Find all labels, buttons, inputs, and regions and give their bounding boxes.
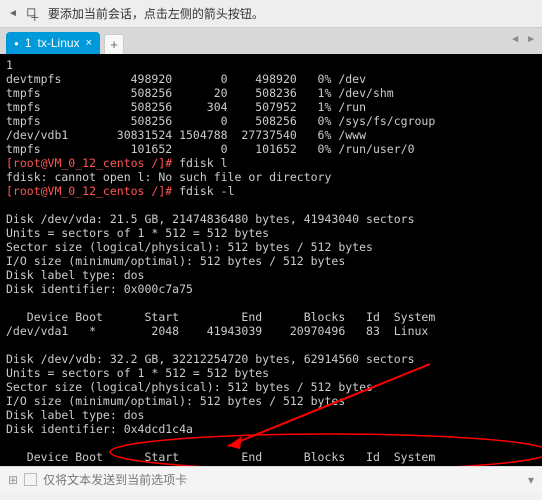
tab-bar: ● 1 tx-Linux × + ◄ ►: [0, 28, 542, 54]
expand-icon[interactable]: ⊞: [8, 473, 18, 487]
tab-nav: ◄ ►: [510, 34, 536, 45]
disk-a-ident: Disk identifier: 0x000c7a75: [6, 282, 193, 296]
disk-a-units: Units = sectors of 1 * 512 = 512 bytes: [6, 226, 269, 240]
cmd-fdisk-l-bad: fdisk l: [179, 156, 227, 170]
disk-b-sector: Sector size (logical/physical): 512 byte…: [6, 380, 373, 394]
cmd-fdisk-l: fdisk -l: [179, 184, 234, 198]
error-line: fdisk: cannot open l: No such file or di…: [6, 170, 331, 184]
partition-header: Device Boot Start End Blocks Id System: [6, 450, 435, 464]
fs-row: devtmpfs 498920 0 498920 0% /dev: [6, 72, 366, 86]
close-icon[interactable]: ×: [86, 37, 92, 49]
status-dot-icon: ●: [14, 39, 19, 48]
fs-row: tmpfs 101652 0 101652 0% /run/user/0: [6, 142, 415, 156]
disk-a-io: I/O size (minimum/optimal): 512 bytes / …: [6, 254, 345, 268]
arrow-left-icon: ◄: [8, 8, 18, 19]
tab-next-icon[interactable]: ►: [526, 34, 536, 45]
disk-b-head: Disk /dev/vdb: 32.2 GB, 32212254720 byte…: [6, 352, 415, 366]
partition-header: Device Boot Start End Blocks Id System: [6, 310, 435, 324]
disk-b-ident: Disk identifier: 0x4dcd1c4a: [6, 422, 193, 436]
prompt: [root@VM_0_12_centos /]#: [6, 156, 179, 170]
disk-b-units: Units = sectors of 1 * 512 = 512 bytes: [6, 366, 269, 380]
disk-a-head: Disk /dev/vda: 21.5 GB, 21474836480 byte…: [6, 212, 415, 226]
fs-row: /dev/vdb1 30831524 1504788 27737540 6% /…: [6, 128, 366, 142]
tab-label: tx-Linux: [38, 36, 80, 50]
tab-tx-linux[interactable]: ● 1 tx-Linux ×: [6, 32, 100, 54]
partition-row: /dev/vdb1 2048 62914559 31456256 83 Linu…: [6, 464, 428, 466]
fs-row: tmpfs 508256 0 508256 0% /sys/fs/cgroup: [6, 114, 435, 128]
session-toolbar: ◄ 要添加当前会话，点击左侧的箭头按钮。: [0, 0, 542, 28]
fs-header: 1: [6, 58, 13, 72]
disk-a-sector: Sector size (logical/physical): 512 byte…: [6, 240, 373, 254]
tab-index: 1: [25, 36, 32, 50]
disk-b-io: I/O size (minimum/optimal): 512 bytes / …: [6, 394, 345, 408]
footer-label: 仅将文本发送到当前选项卡: [43, 471, 187, 488]
footer-bar: ⊞ 仅将文本发送到当前选项卡 ▾: [0, 466, 542, 492]
terminal-output[interactable]: 1 devtmpfs 498920 0 498920 0% /dev tmpfs…: [0, 54, 542, 466]
tab-prev-icon[interactable]: ◄: [510, 34, 520, 45]
prompt: [root@VM_0_12_centos /]#: [6, 184, 179, 198]
footer-dropdown-icon[interactable]: ▾: [528, 473, 534, 487]
fs-row: tmpfs 508256 304 507952 1% /run: [6, 100, 366, 114]
disk-a-label: Disk label type: dos: [6, 268, 144, 282]
partition-row: /dev/vda1 * 2048 41943039 20970496 83 Li…: [6, 324, 428, 338]
add-session-icon[interactable]: [26, 7, 40, 21]
add-tab-button[interactable]: +: [104, 34, 124, 54]
session-hint: 要添加当前会话，点击左侧的箭头按钮。: [48, 5, 264, 22]
disk-b-label: Disk label type: dos: [6, 408, 144, 422]
send-only-checkbox[interactable]: [24, 473, 37, 486]
fs-row: tmpfs 508256 20 508236 1% /dev/shm: [6, 86, 394, 100]
